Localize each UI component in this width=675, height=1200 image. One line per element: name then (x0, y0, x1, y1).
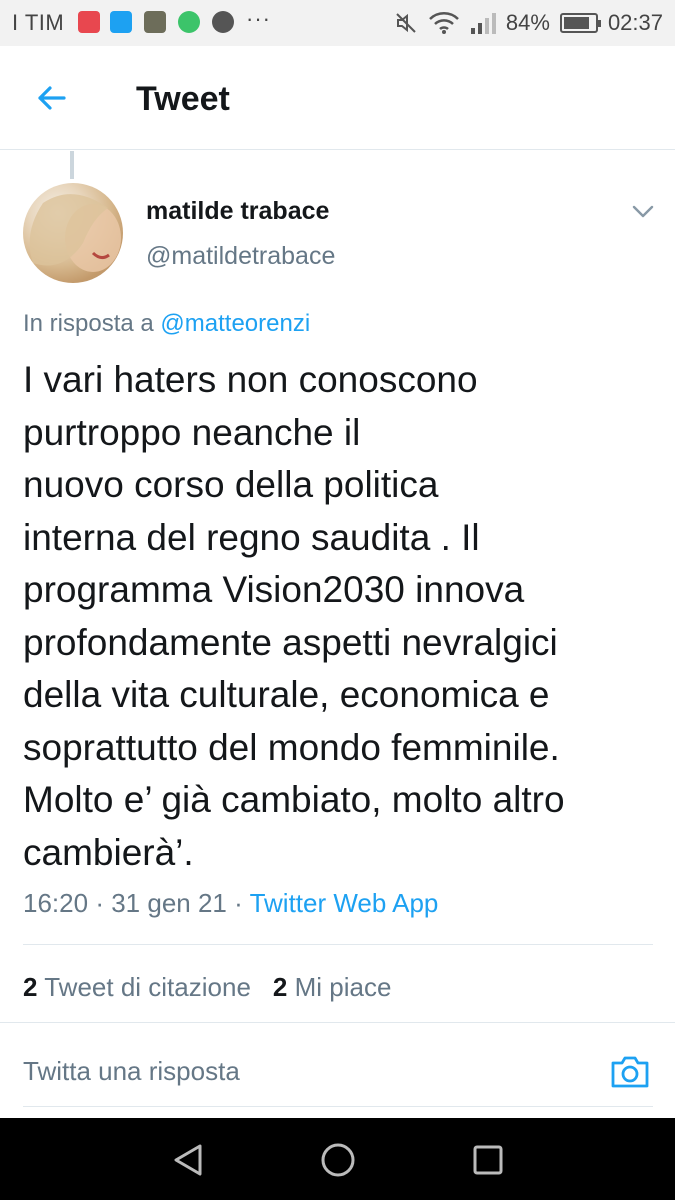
divider (23, 944, 653, 945)
back-button[interactable] (30, 76, 74, 120)
nav-home-button[interactable] (316, 1138, 360, 1182)
reply-prefix: In risposta a (23, 310, 154, 337)
thread-connector (70, 151, 74, 179)
reply-context: In risposta a @matteorenzi (23, 310, 310, 338)
avatar-photo (29, 194, 121, 272)
nav-recents-button[interactable] (466, 1138, 510, 1182)
battery-percent: 84% (505, 10, 550, 35)
likes-label: Mi piace (294, 972, 392, 1002)
arrow-left-icon (38, 86, 66, 110)
meta-separator: · (95, 888, 104, 918)
app-icon (212, 11, 234, 33)
reply-to-link[interactable]: @matteorenzi (160, 310, 310, 337)
circle-home-icon (321, 1143, 355, 1177)
triangle-back-icon (174, 1144, 202, 1176)
twitter-icon (110, 11, 132, 33)
reply-input[interactable]: Twitta una risposta (23, 1056, 240, 1087)
likes-stat[interactable]: 2 Mi piace (273, 972, 392, 1003)
tweet-stats: 2 Tweet di citazione 2 Mi piace (23, 972, 391, 1003)
author-handle[interactable]: @matildetrabace (146, 242, 335, 271)
likes-count: 2 (272, 972, 288, 1002)
system-nav-bar (0, 1118, 675, 1200)
page-title: Tweet (136, 80, 230, 118)
quotes-stat[interactable]: 2 Tweet di citazione (23, 972, 251, 1003)
chevron-down-icon (632, 205, 654, 218)
nav-back-button[interactable] (166, 1138, 210, 1182)
meta-separator: · (234, 888, 243, 918)
square-recents-icon (473, 1145, 503, 1175)
tweet-text: I vari haters non conoscono purtroppo ne… (23, 359, 565, 873)
app-header: Tweet (0, 46, 675, 150)
tweet-date: 31 gen 21 (111, 888, 227, 918)
quotes-label: Tweet di citazione (44, 972, 251, 1002)
carrier-label: I TIM (12, 10, 65, 35)
camera-icon (611, 1056, 649, 1088)
tim-app-icon (78, 11, 100, 33)
tweet-meta: 16:20 · 31 gen 21 · Twitter Web App (23, 888, 438, 919)
tweet-time: 16:20 (23, 888, 89, 918)
wifi-icon (429, 12, 459, 34)
tweet-options-button[interactable] (630, 198, 656, 224)
status-bar: I TIM ··· 84% 02:37 (0, 0, 675, 46)
avatar[interactable] (23, 183, 123, 283)
more-notifications-icon: ··· (246, 6, 271, 31)
divider (23, 1106, 653, 1107)
battery-icon (559, 13, 601, 33)
camera-button[interactable] (608, 1050, 652, 1094)
whatsapp-icon (178, 11, 200, 33)
tweet-source-link[interactable]: Twitter Web App (250, 888, 439, 918)
clock: 02:37 (607, 10, 663, 35)
signal-icon (470, 13, 496, 34)
quotes-count: 2 (23, 972, 38, 1002)
divider (0, 1022, 675, 1023)
photo-icon (144, 11, 166, 33)
author-name[interactable]: matilde trabace (146, 197, 329, 226)
mute-icon (396, 13, 416, 33)
